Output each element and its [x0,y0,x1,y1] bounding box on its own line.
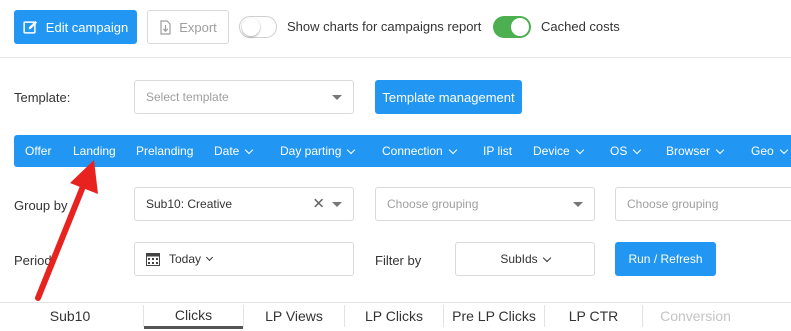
grouping-select-1[interactable]: Sub10: Creative ✕ [134,187,354,221]
filter-by-value: SubIds [500,252,538,266]
chevron-down-icon [779,145,788,154]
nav-item-browser[interactable]: Browser [666,135,725,167]
chevron-down-icon [575,145,584,154]
chevron-down-icon [245,145,254,154]
export-icon [159,19,172,35]
grouping-select-1-value: Sub10: Creative [146,197,233,211]
grouping-select-3-placeholder: Choose grouping [627,197,719,211]
show-charts-label: Show charts for campaigns report [287,19,482,34]
chevron-down-icon [573,202,583,207]
column-header-pre-lp-clicks[interactable]: Pre LP Clicks [444,303,544,329]
nav-item-prelanding[interactable]: Prelanding [136,135,193,167]
nav-item-ip-list[interactable]: IP list [483,135,512,167]
export-label: Export [179,19,217,35]
template-select[interactable]: Select template [134,80,354,114]
toggle-knob [511,18,529,36]
edit-icon [23,20,38,35]
edit-campaign-label: Edit campaign [45,19,129,35]
grouping-select-2-placeholder: Choose grouping [387,197,479,211]
run-refresh-label: Run / Refresh [628,252,703,266]
show-charts-toggle[interactable] [239,16,277,38]
template-management-label: Template management [382,89,515,105]
toggle-knob [242,18,260,36]
edit-campaign-button[interactable]: Edit campaign [14,10,137,44]
column-header-lp-ctr[interactable]: LP CTR [545,303,642,329]
chevron-down-icon [332,202,342,207]
chevron-down-icon [347,145,356,154]
period-label: Period [14,253,52,268]
nav-item-date[interactable]: Date [214,135,254,167]
grouping-select-2[interactable]: Choose grouping [375,187,595,221]
column-header-lp-clicks[interactable]: LP Clicks [345,303,443,329]
calendar-icon [146,252,160,266]
nav-item-offer[interactable]: Offer [25,135,51,167]
column-header-clicks[interactable]: Clicks [144,303,243,329]
report-table-header: Sub10 Clicks LP Views LP Clicks Pre LP C… [0,302,791,331]
run-refresh-button[interactable]: Run / Refresh [615,242,716,276]
template-management-button[interactable]: Template management [375,80,522,114]
nav-item-device[interactable]: Device [533,135,584,167]
nav-item-landing[interactable]: Landing [73,135,116,167]
chevron-down-icon [332,95,342,100]
nav-item-os[interactable]: OS [610,135,642,167]
chevron-down-icon [633,145,642,154]
template-placeholder: Select template [146,90,229,104]
period-value: Today [169,252,202,266]
template-label: Template: [14,90,71,105]
grouping-select-3[interactable]: Choose grouping [615,187,791,221]
clear-icon[interactable]: ✕ [312,195,325,213]
nav-item-connection[interactable]: Connection [382,135,457,167]
report-tabs-bar: Offer Landing Prelanding Date Day partin… [14,135,791,167]
filter-by-select[interactable]: SubIds [455,242,595,276]
cached-costs-label: Cached costs [541,19,620,34]
chevron-down-icon [715,145,725,154]
chevron-down-icon [205,253,214,262]
nav-item-geo[interactable]: Geo [751,135,788,167]
chevron-down-icon [542,253,551,262]
column-header-lp-views[interactable]: LP Views [244,303,344,329]
filter-by-label: Filter by [375,253,422,268]
export-button[interactable]: Export [147,10,229,44]
chevron-down-icon [448,145,457,154]
nav-item-day-parting[interactable]: Day parting [280,135,356,167]
column-header-sub10[interactable]: Sub10 [0,303,140,329]
cached-costs-toggle[interactable] [493,16,531,38]
column-header-conversion[interactable]: Conversion [643,303,748,329]
toolbar-divider [0,57,791,58]
group-by-label: Group by [14,198,68,213]
period-select[interactable]: Today [134,242,354,276]
